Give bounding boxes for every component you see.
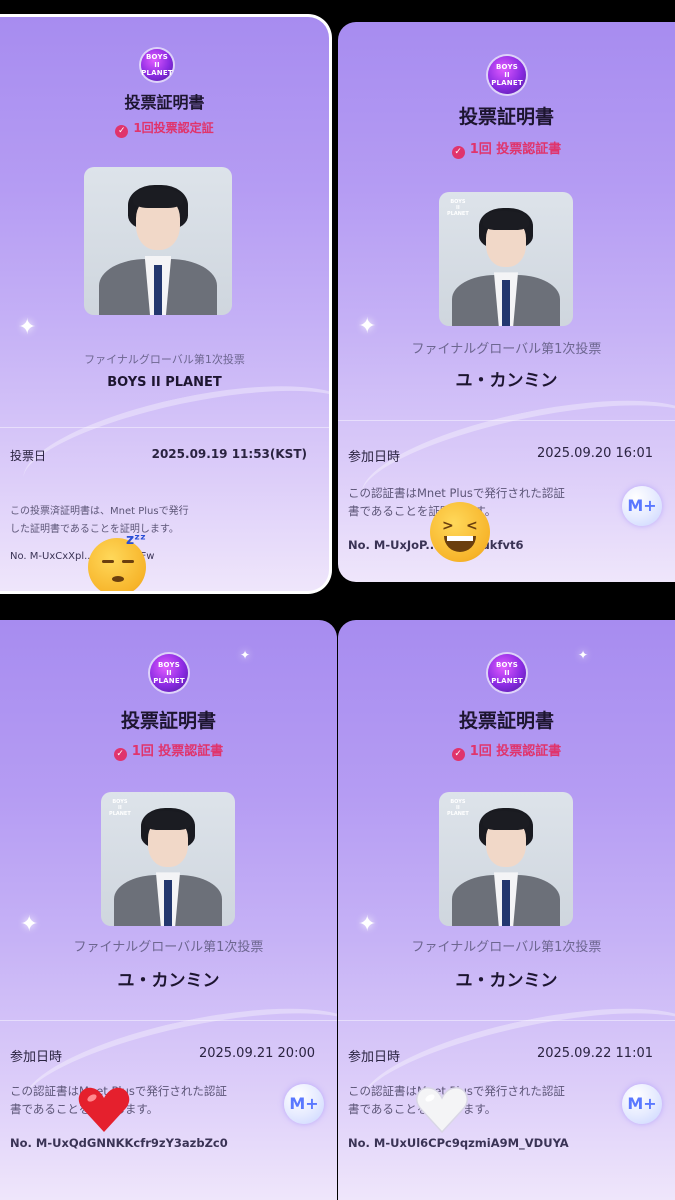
vote-date-value: 2025.09.21 20:00 <box>198 1046 315 1061</box>
sparkle-icon: ✦ <box>18 315 37 340</box>
candidate-name: ユ・カンミン <box>455 371 558 391</box>
vote-date-value: 2025.09.19 11:53(KST) <box>151 447 307 461</box>
sleepy-face-emoji: zᶻᶻ <box>88 532 152 591</box>
divider <box>0 427 329 428</box>
mnet-plus-icon: M+ <box>284 1084 324 1124</box>
vote-certificate-card-2[interactable]: BOYS II PLANET 投票証明書 ✓ 1回 投票認証書 BOYS II PLANE… <box>338 22 675 582</box>
trainee-photo: BOYS II PLANET <box>439 792 573 926</box>
decorative-wave <box>13 984 337 1152</box>
candidate-name: ユ・カンミン <box>117 971 220 991</box>
vote-round-label: ファイナルグローバル第1次投票 <box>84 353 245 366</box>
mnet-plus-icon: M+ <box>622 486 662 526</box>
vote-date-row: 投票日 2025.09.19 11:53(KST) <box>10 447 307 464</box>
vote-round-label: ファイナルグローバル第1次投票 <box>73 940 264 955</box>
red-heart-emoji <box>78 1086 130 1138</box>
vote-certificate-card-4[interactable]: ✦ BOYS II PLANET 投票証明書 ✓ 1回 投票認証書 BOYS II PLA… <box>338 620 675 1200</box>
certificate-number: No. M-UxUl6CPc9qzmiA9M_VDUYA <box>348 1136 569 1150</box>
certificate-title: 投票証明書 <box>458 710 554 732</box>
candidate-name: BOYS II PLANET <box>107 375 222 390</box>
sparkle-icon: ✦ <box>240 648 251 662</box>
boys-planet-logo: BOYS II PLANET <box>141 49 173 81</box>
certificate-title: 投票証明書 <box>120 710 216 732</box>
boys-planet-logo: BOYS II PLANET <box>488 56 526 94</box>
candidate-name: ユ・カンミン <box>455 971 558 991</box>
vote-count-badge: ✓ 1回 投票認証書 <box>338 740 675 761</box>
badge-check-icon: ✓ <box>113 748 127 761</box>
vote-date-row: 参加日時 2025.09.21 20:00 <box>10 1046 315 1065</box>
boys-planet-logo: BOYS II PLANET <box>488 654 526 692</box>
badge-check-icon: ✓ <box>451 748 465 761</box>
vote-date-label: 参加日時 <box>348 1050 401 1065</box>
vote-date-value: 2025.09.20 16:01 <box>536 446 653 461</box>
vote-date-label: 参加日時 <box>10 1050 63 1065</box>
vote-count-badge: ✓ 1回 投票認証書 <box>338 138 675 159</box>
vote-round-label: ファイナルグローバル第1次投票 <box>411 940 602 955</box>
sparkle-icon: ✦ <box>20 912 39 937</box>
decorative-wave <box>351 984 675 1152</box>
vote-date-label: 参加日時 <box>348 450 401 465</box>
badge-check-icon: ✓ <box>115 125 129 138</box>
vote-date-row: 参加日時 2025.09.20 16:01 <box>348 446 653 465</box>
grinning-squinting-face-emoji: > < <box>430 502 492 564</box>
divider <box>0 1020 337 1021</box>
sparkle-icon: ✦ <box>358 912 377 937</box>
divider <box>338 1020 675 1021</box>
boys-planet-logo: BOYS II PLANET <box>150 654 188 692</box>
divider <box>338 420 675 421</box>
sparkle-icon: ✦ <box>578 648 589 662</box>
trainee-photo <box>84 167 232 315</box>
white-heart-emoji <box>416 1086 468 1138</box>
badge-check-icon: ✓ <box>451 146 465 159</box>
vote-certificate-card-1[interactable]: BOYS II PLANET 投票証明書 ✓ 1回投票認定証 ✦ ファイナルグローバル… <box>0 14 332 594</box>
certificate-title: 投票証明書 <box>458 106 554 128</box>
vote-date-row: 参加日時 2025.09.22 11:01 <box>348 1046 653 1065</box>
sparkle-icon: ✦ <box>358 314 377 339</box>
trainee-photo: BOYS II PLANET <box>101 792 235 926</box>
certificate-title: 投票証明書 <box>124 93 205 112</box>
vote-count-badge: ✓ 1回投票認定証 <box>0 119 329 138</box>
mnet-plus-icon: M+ <box>622 1084 662 1124</box>
vote-count-badge: ✓ 1回 投票認証書 <box>0 740 337 761</box>
vote-date-value: 2025.09.22 11:01 <box>536 1046 653 1061</box>
certificate-number: No. M-UxQdGNNKKcfr9zY3azbZc0 <box>10 1136 228 1150</box>
trainee-photo: BOYS II PLANET <box>439 192 573 326</box>
vote-round-label: ファイナルグローバル第1次投票 <box>411 342 602 357</box>
vote-date-label: 投票日 <box>10 449 47 463</box>
vote-certificate-card-3[interactable]: ✦ BOYS II PLANET 投票証明書 ✓ 1回 投票認証書 BOYS II PLA… <box>0 620 337 1200</box>
